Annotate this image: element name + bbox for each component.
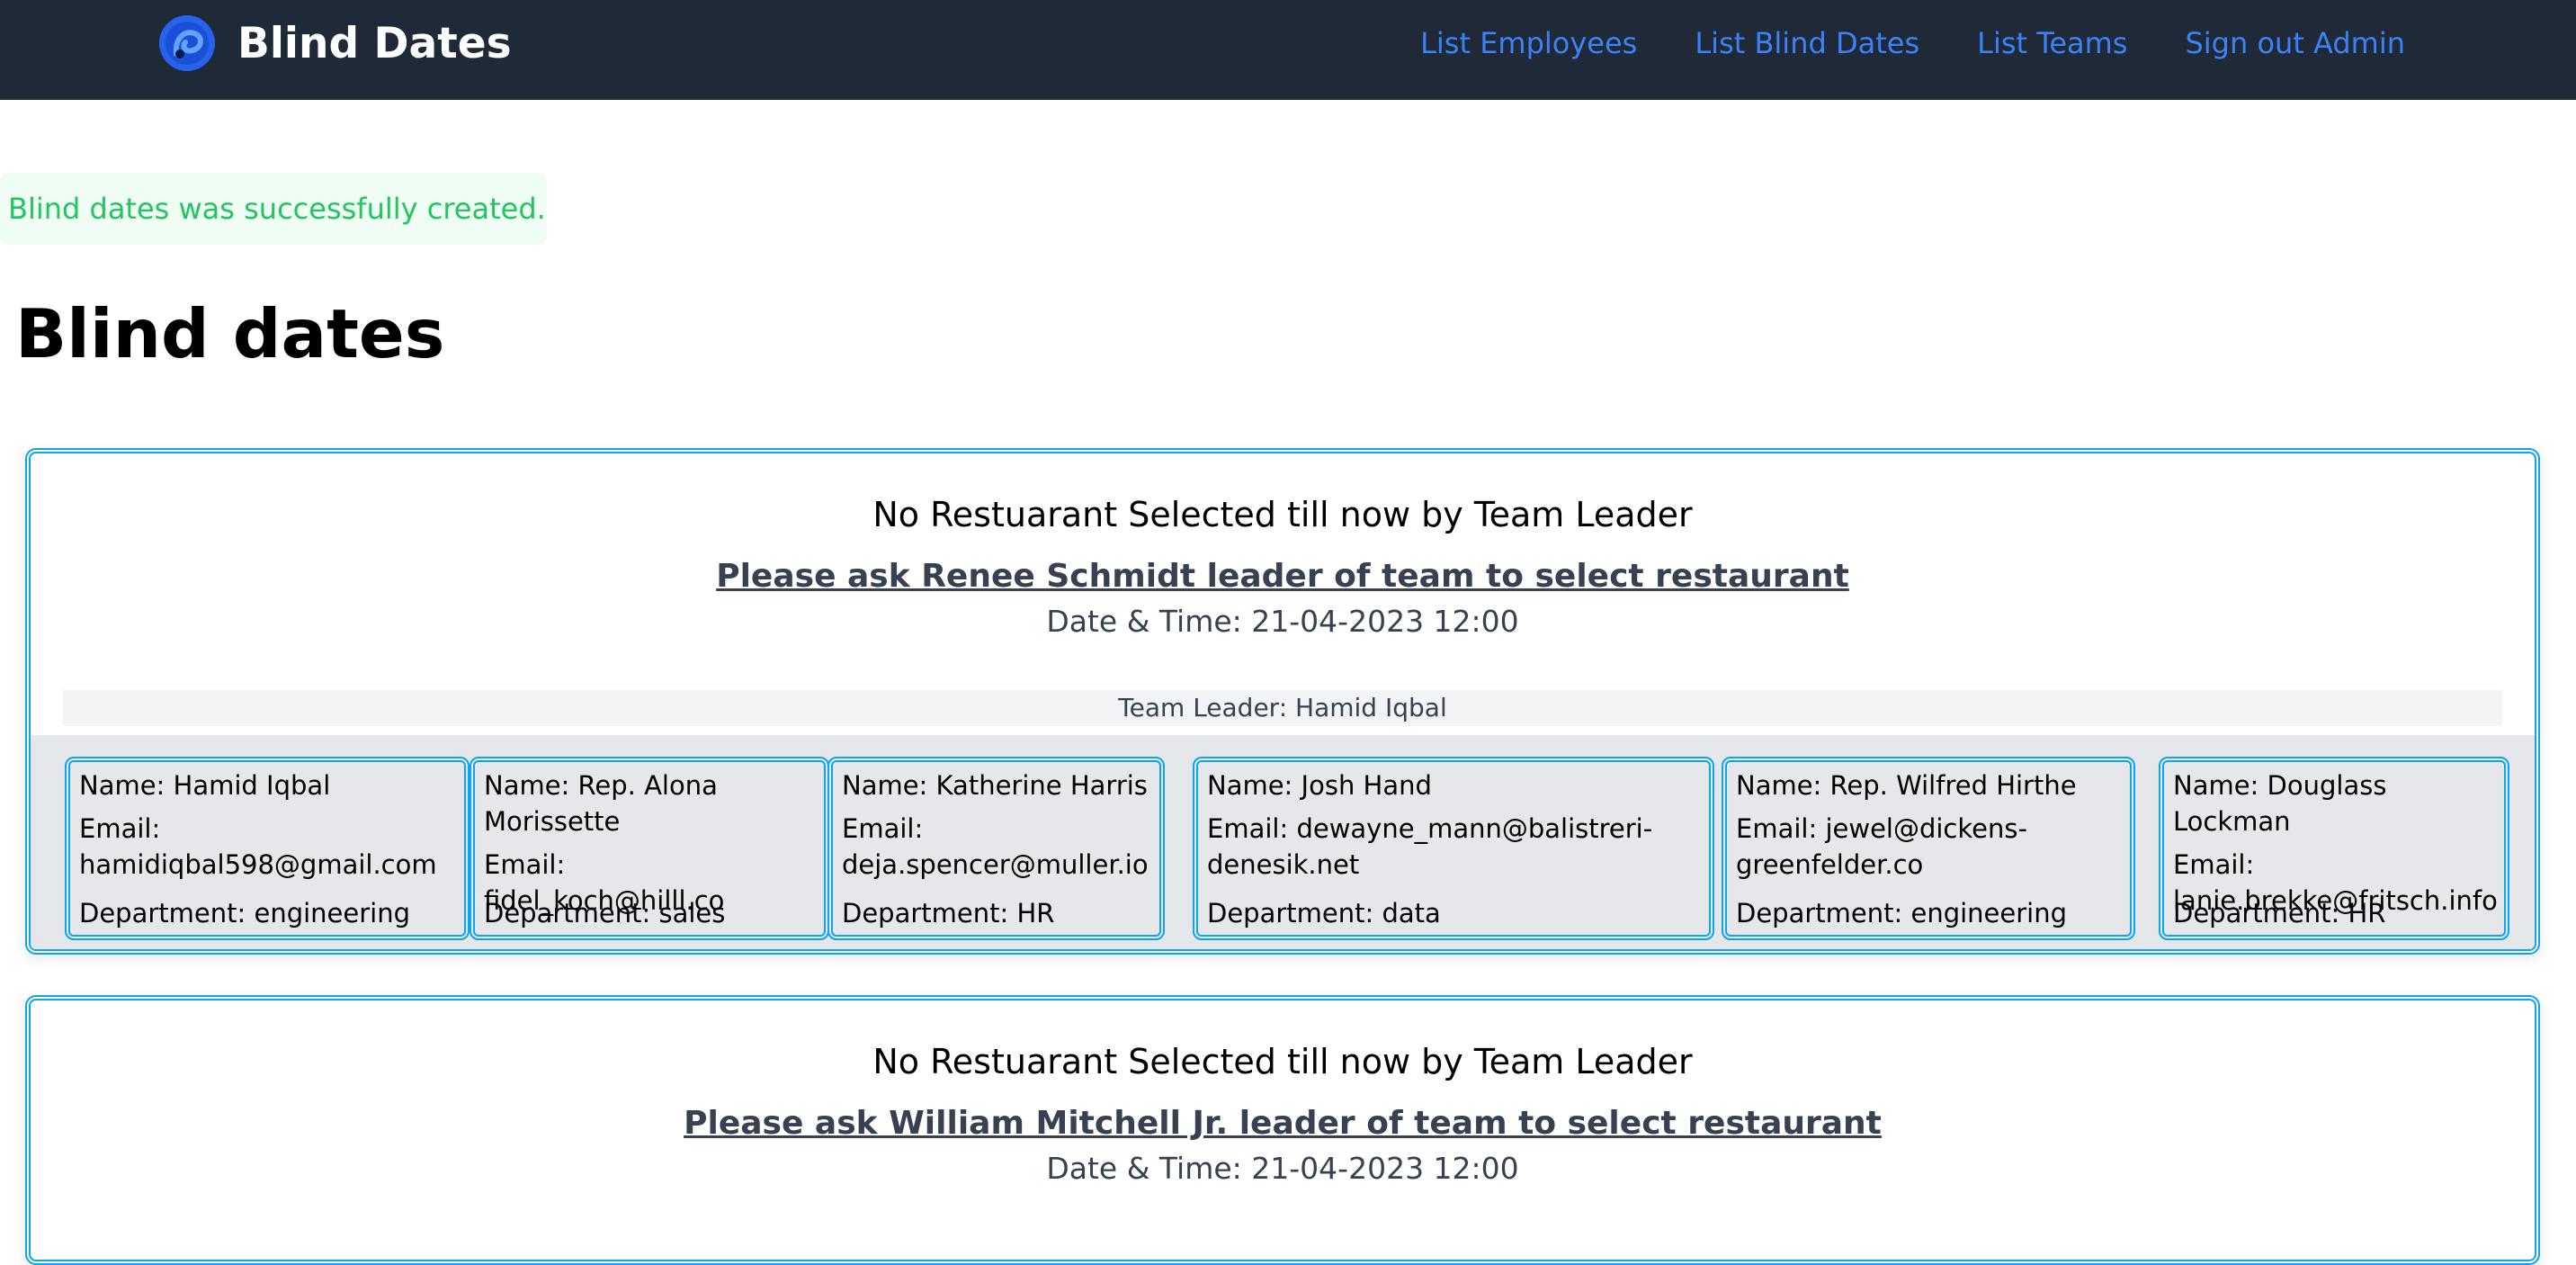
member-card: Name: Katherine Harris Email: deja.spenc… (827, 757, 1165, 940)
card-header: No Restuarant Selected till now by Team … (31, 453, 2535, 641)
member-card: Name: Douglass Lockman Email: lanie.brek… (2159, 757, 2509, 940)
success-notice: Blind dates was successfully created. (0, 173, 547, 245)
blind-date-card: No Restuarant Selected till now by Team … (25, 995, 2540, 1265)
member-card: Name: Hamid Iqbal Email: hamidiqbal598@g… (65, 757, 470, 940)
brand-link[interactable]: Blind Dates (158, 14, 512, 72)
member-card: Name: Rep. Alona Morissette Email: fidel… (470, 757, 829, 940)
date-time: Date & Time: 21-04-2023 12:00 (1046, 604, 1519, 639)
member-card: Name: Rep. Wilfred Hirthe Email: jewel@d… (1722, 757, 2135, 940)
member-department: Department: engineering (79, 898, 410, 929)
member-email: Email: deja.spencer@muller.io (842, 813, 1149, 880)
member-name: Name: Rep. Alona Morissette (484, 770, 718, 837)
page-title: Blind dates (15, 294, 445, 373)
member-name: Name: Josh Hand (1207, 770, 1432, 801)
member-department: Department: sales (484, 898, 726, 929)
member-department: Department: engineering (1736, 898, 2067, 929)
restaurant-status: No Restuarant Selected till now by Team … (872, 1042, 1693, 1081)
restaurant-status: No Restuarant Selected till now by Team … (872, 495, 1693, 534)
member-department: Department: data (1207, 898, 1441, 929)
member-name: Name: Hamid Iqbal (79, 770, 331, 801)
member-name: Name: Katherine Harris (842, 770, 1148, 801)
nav-list-blind-dates[interactable]: List Blind Dates (1695, 26, 1919, 60)
nav-list-teams[interactable]: List Teams (1977, 26, 2127, 60)
ask-leader-link[interactable]: Please ask Renee Schmidt leader of team … (716, 556, 1849, 597)
ask-leader-link[interactable]: Please ask William Mitchell Jr. leader o… (684, 1103, 1882, 1144)
top-navbar: Blind Dates List Employees List Blind Da… (0, 0, 2576, 100)
blind-date-card: No Restuarant Selected till now by Team … (25, 448, 2540, 955)
logo-icon (159, 15, 215, 71)
brand-name: Blind Dates (237, 18, 512, 68)
main-nav: List Employees List Blind Dates List Tea… (1420, 23, 2405, 63)
nav-sign-out[interactable]: Sign out Admin (2185, 26, 2405, 60)
member-name: Name: Rep. Wilfred Hirthe (1736, 770, 2077, 801)
team-members: Name: Hamid Iqbal Email: hamidiqbal598@g… (31, 735, 2535, 949)
date-time: Date & Time: 21-04-2023 12:00 (1046, 1151, 1519, 1186)
team-leader-label: Team Leader: Hamid Iqbal (63, 690, 2502, 726)
member-email: Email: dewayne_mann@balistreri-denesik.n… (1207, 813, 1653, 880)
member-name: Name: Douglass Lockman (2173, 770, 2387, 837)
card-header: No Restuarant Selected till now by Team … (31, 1000, 2535, 1189)
member-department: Department: HR (2173, 898, 2386, 929)
member-email: Email: hamidiqbal598@gmail.com (79, 813, 437, 880)
member-email: Email: jewel@dickens-greenfelder.co (1736, 813, 2027, 880)
member-card: Name: Josh Hand Email: dewayne_mann@bali… (1193, 757, 1714, 940)
member-department: Department: HR (842, 898, 1055, 929)
nav-list-employees[interactable]: List Employees (1420, 26, 1637, 60)
